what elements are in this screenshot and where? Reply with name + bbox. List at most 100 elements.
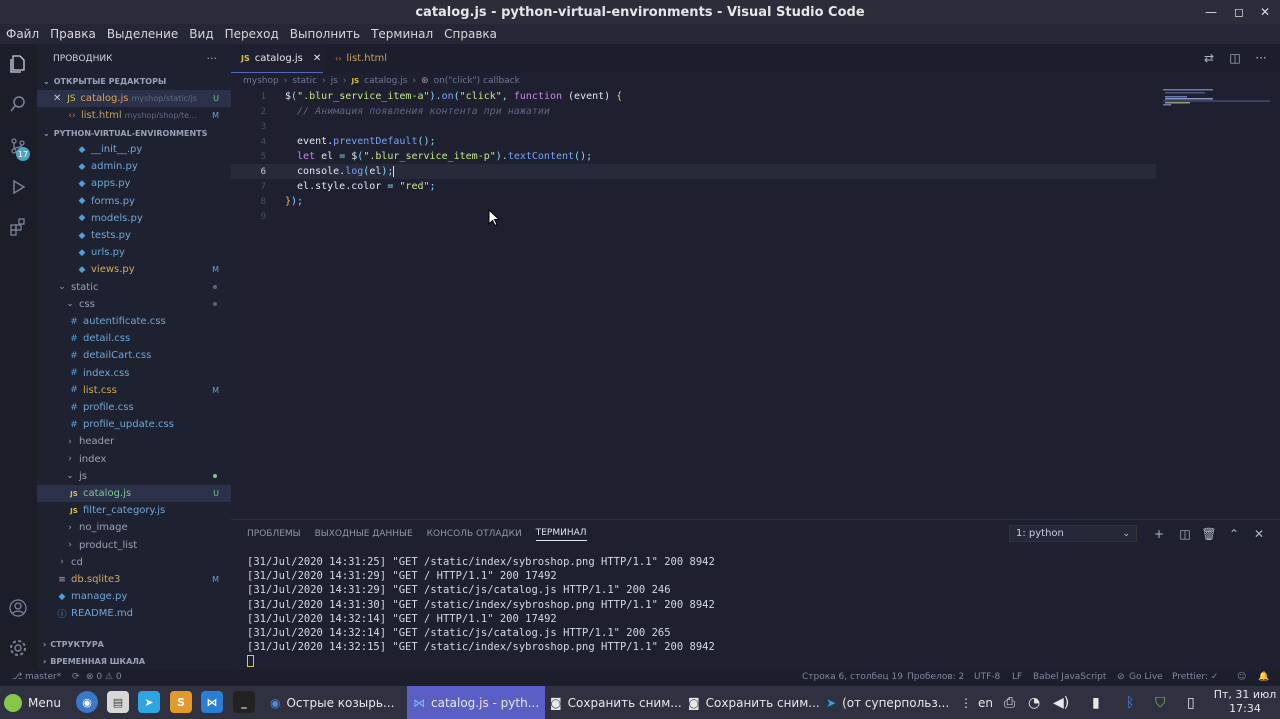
folder-item[interactable]: ⌄ js — [37, 468, 231, 485]
project-section[interactable]: ⌄ PYTHON-VIRTUAL-ENVIRONMENTS — [37, 125, 231, 141]
close-window-icon[interactable]: ✕ — [1254, 0, 1276, 24]
encoding[interactable]: UTF-8 — [974, 672, 1000, 682]
file-item[interactable]: ◆ urls.py — [37, 244, 231, 261]
file-item[interactable]: ◆ views.py M — [37, 261, 231, 278]
file-item[interactable]: # detail.css — [37, 330, 231, 347]
maximize-panel-icon[interactable]: ⌃ — [1226, 526, 1242, 542]
file-item[interactable]: JS catalog.js U — [37, 485, 231, 502]
terminal-output[interactable]: [31/Jul/2020 14:31:25] "GET /static/inde… — [247, 555, 715, 669]
problems-count[interactable]: ⊗ 0 ⚠ 0 — [86, 672, 122, 682]
extensions-icon[interactable] — [6, 215, 30, 239]
folder-item[interactable]: › product_list — [37, 537, 231, 554]
folder-item[interactable]: › header — [37, 433, 231, 450]
start-menu-button[interactable]: Menu — [4, 686, 70, 719]
file-item[interactable]: ⓘ README.md — [37, 605, 231, 622]
telegram-icon[interactable]: ➤ — [138, 691, 160, 713]
prettier-status[interactable]: Prettier: ✓ — [1172, 672, 1218, 682]
open-editor-item[interactable]: ✕ JS catalog.js myshop/static/js U — [37, 90, 231, 107]
menu-run[interactable]: Выполнить — [290, 27, 360, 41]
breadcrumb-item[interactable]: on("click") callback — [434, 76, 520, 86]
printer-icon[interactable]: ⎙ — [1004, 686, 1015, 719]
open-editors-section[interactable]: ⌄ ОТКРЫТЫЕ РЕДАКТОРЫ — [37, 73, 231, 89]
trash-icon[interactable]: 🗑 — [1201, 526, 1217, 542]
menu-terminal[interactable]: Терминал — [371, 27, 433, 41]
file-item[interactable]: # index.css — [37, 365, 231, 382]
tab-catalog-js[interactable]: JS catalog.js ✕ — [231, 44, 323, 73]
menu-selection[interactable]: Выделение — [107, 27, 178, 41]
terminal-select[interactable]: 1: python ⌄ — [1009, 525, 1137, 542]
run-debug-icon[interactable] — [6, 175, 30, 199]
volume-icon[interactable]: ◀) — [1053, 686, 1069, 719]
menu-help[interactable]: Справка — [444, 27, 497, 41]
folder-item[interactable]: ⌄ css — [37, 296, 231, 313]
taskbar-window[interactable]: ◉ Острые козырь... — [270, 686, 405, 719]
outline-section[interactable]: › СТРУКТУРА — [37, 636, 231, 652]
file-item[interactable]: ◆ manage.py — [37, 588, 231, 605]
more-icon[interactable]: ⋮ — [960, 686, 970, 719]
go-live[interactable]: Go Live — [1129, 672, 1163, 682]
go-live-icon[interactable]: ⊘ — [1117, 672, 1125, 682]
file-item[interactable]: # list.css M — [37, 382, 231, 399]
cursor-position[interactable]: Строка 6, столбец 19 — [802, 672, 903, 682]
clipboard-icon[interactable]: ▯ — [1187, 686, 1195, 719]
breadcrumb-item[interactable]: catalog.js — [364, 76, 407, 86]
update-shield-icon[interactable]: ⛉ — [1155, 686, 1166, 719]
file-item[interactable]: ≡ db.sqlite3 M — [37, 571, 231, 588]
file-item[interactable]: ◆ models.py — [37, 210, 231, 227]
file-item[interactable]: ◆ forms.py — [37, 193, 231, 210]
file-item[interactable]: ◆ tests.py — [37, 227, 231, 244]
indentation[interactable]: Пробелов: 2 — [907, 672, 964, 682]
more-actions-icon[interactable]: ··· — [207, 52, 218, 65]
breadcrumb-item[interactable]: myshop — [243, 76, 279, 86]
explorer-icon[interactable] — [6, 52, 30, 76]
taskbar-window[interactable]: ➤ (от суперпольз... — [826, 686, 956, 719]
menu-view[interactable]: Вид — [189, 27, 213, 41]
settings-gear-icon[interactable] — [6, 636, 30, 660]
file-item[interactable]: ◆ __init__.py — [37, 141, 231, 158]
browser-icon[interactable]: ◉ — [76, 691, 98, 713]
folder-item[interactable]: › no_image — [37, 519, 231, 536]
branch-icon[interactable]: ⎇ — [12, 672, 22, 682]
breadcrumb-item[interactable]: static — [292, 76, 317, 86]
tab-list-html[interactable]: ‹› list.html — [325, 44, 405, 73]
minimize-icon[interactable]: — — [1200, 0, 1222, 24]
tab-debug-console[interactable]: КОНСОЛЬ ОТЛАДКИ — [427, 529, 522, 539]
more-actions-icon[interactable]: ··· — [1253, 50, 1269, 66]
wifi-icon[interactable]: ◔ — [1028, 686, 1040, 719]
file-item[interactable]: # profile_update.css — [37, 416, 231, 433]
code-editor[interactable]: 1 $(".blur_service_item-a").on("click", … — [231, 89, 1280, 509]
file-item[interactable]: ◆ admin.py — [37, 158, 231, 175]
notifications-icon[interactable]: 🔔 — [1258, 672, 1269, 682]
taskbar-window[interactable]: ◙ Сохранить сним... — [688, 686, 820, 719]
menu-go[interactable]: Переход — [225, 27, 279, 41]
sync-icon[interactable]: ⟳ — [72, 672, 80, 682]
account-icon[interactable] — [6, 596, 30, 620]
close-tab-icon[interactable]: ✕ — [313, 53, 321, 64]
tab-problems[interactable]: ПРОБЛЕМЫ — [247, 529, 301, 539]
bluetooth-icon[interactable]: ᛒ — [1126, 686, 1134, 719]
search-icon[interactable] — [6, 92, 30, 116]
open-editor-item[interactable]: ‹› list.html myshop/shop/te... M — [37, 107, 231, 124]
tab-terminal[interactable]: ТЕРМИНАЛ — [535, 528, 587, 541]
eol[interactable]: LF — [1012, 672, 1022, 682]
split-terminal-icon[interactable]: ◫ — [1177, 526, 1193, 542]
menu-edit[interactable]: Правка — [50, 27, 96, 41]
file-item[interactable]: JS filter_category.js — [37, 502, 231, 519]
menu-file[interactable]: Файл — [6, 27, 39, 41]
files-icon[interactable]: ▤ — [107, 691, 129, 713]
terminal-icon[interactable]: _ — [233, 691, 255, 713]
keyboard-layout[interactable]: en — [978, 686, 993, 719]
taskbar-window[interactable]: ◙ Сохранить сним... — [550, 686, 682, 719]
clock[interactable]: Пт, 31 июл 17:34 — [1213, 688, 1277, 716]
tab-output[interactable]: ВЫХОДНЫЕ ДАННЫЕ — [315, 529, 413, 539]
close-panel-icon[interactable]: ✕ — [1251, 526, 1267, 542]
breadcrumb-item[interactable]: js — [331, 76, 338, 86]
file-item[interactable]: # detailCart.css — [37, 347, 231, 364]
timeline-section[interactable]: › ВРЕМЕННАЯ ШКАЛА — [37, 653, 231, 669]
file-item[interactable]: # profile.css — [37, 399, 231, 416]
maximize-icon[interactable]: ◻ — [1228, 0, 1250, 24]
folder-item[interactable]: ⌄ static — [37, 279, 231, 296]
taskbar-window[interactable]: ⋈ catalog.js - pyth... — [407, 686, 545, 719]
open-changes-icon[interactable]: ⇄ — [1201, 50, 1217, 66]
folder-item[interactable]: › index — [37, 451, 231, 468]
